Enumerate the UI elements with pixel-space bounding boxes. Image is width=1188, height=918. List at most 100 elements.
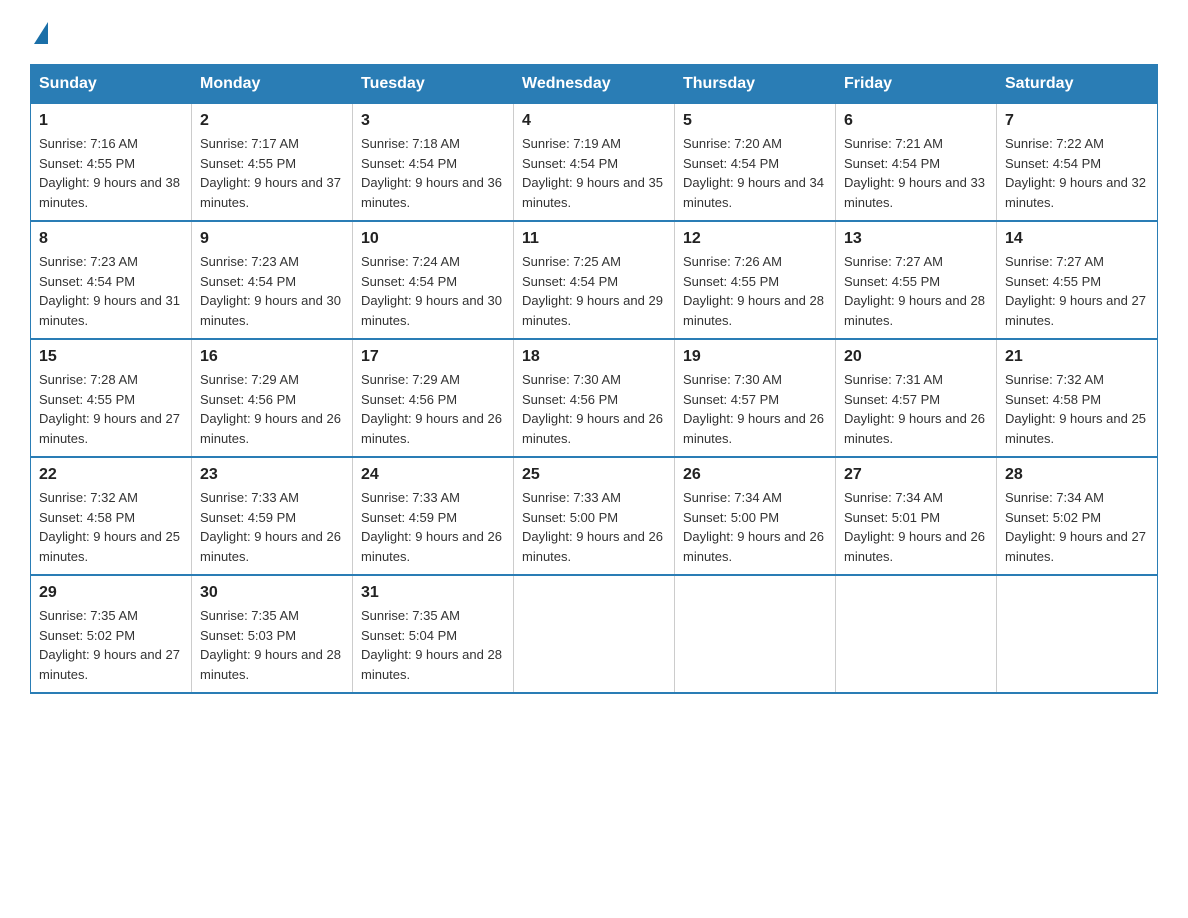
- day-number: 1: [39, 112, 183, 130]
- day-info: Sunrise: 7:31 AM Sunset: 4:57 PM Dayligh…: [844, 370, 988, 448]
- day-info: Sunrise: 7:25 AM Sunset: 4:54 PM Dayligh…: [522, 252, 666, 330]
- day-info: Sunrise: 7:34 AM Sunset: 5:02 PM Dayligh…: [1005, 488, 1149, 566]
- calendar-day-cell: [675, 575, 836, 693]
- day-number: 10: [361, 230, 505, 248]
- day-of-week-header: Friday: [836, 65, 997, 104]
- day-info: Sunrise: 7:30 AM Sunset: 4:57 PM Dayligh…: [683, 370, 827, 448]
- day-number: 7: [1005, 112, 1149, 130]
- calendar-day-cell: 7 Sunrise: 7:22 AM Sunset: 4:54 PM Dayli…: [997, 104, 1158, 222]
- calendar-day-cell: 5 Sunrise: 7:20 AM Sunset: 4:54 PM Dayli…: [675, 104, 836, 222]
- calendar-week-row: 1 Sunrise: 7:16 AM Sunset: 4:55 PM Dayli…: [31, 104, 1158, 222]
- day-number: 14: [1005, 230, 1149, 248]
- day-info: Sunrise: 7:29 AM Sunset: 4:56 PM Dayligh…: [361, 370, 505, 448]
- day-number: 5: [683, 112, 827, 130]
- calendar-day-cell: 10 Sunrise: 7:24 AM Sunset: 4:54 PM Dayl…: [353, 221, 514, 339]
- day-info: Sunrise: 7:20 AM Sunset: 4:54 PM Dayligh…: [683, 134, 827, 212]
- day-of-week-header: Sunday: [31, 65, 192, 104]
- calendar-day-cell: 9 Sunrise: 7:23 AM Sunset: 4:54 PM Dayli…: [192, 221, 353, 339]
- day-number: 9: [200, 230, 344, 248]
- calendar-day-cell: 21 Sunrise: 7:32 AM Sunset: 4:58 PM Dayl…: [997, 339, 1158, 457]
- calendar-header-row: SundayMondayTuesdayWednesdayThursdayFrid…: [31, 65, 1158, 104]
- day-number: 11: [522, 230, 666, 248]
- page-header: [30, 20, 1158, 44]
- day-info: Sunrise: 7:33 AM Sunset: 4:59 PM Dayligh…: [200, 488, 344, 566]
- calendar-week-row: 29 Sunrise: 7:35 AM Sunset: 5:02 PM Dayl…: [31, 575, 1158, 693]
- calendar-day-cell: 18 Sunrise: 7:30 AM Sunset: 4:56 PM Dayl…: [514, 339, 675, 457]
- calendar-table: SundayMondayTuesdayWednesdayThursdayFrid…: [30, 64, 1158, 694]
- calendar-day-cell: [514, 575, 675, 693]
- calendar-day-cell: 12 Sunrise: 7:26 AM Sunset: 4:55 PM Dayl…: [675, 221, 836, 339]
- day-info: Sunrise: 7:19 AM Sunset: 4:54 PM Dayligh…: [522, 134, 666, 212]
- day-info: Sunrise: 7:22 AM Sunset: 4:54 PM Dayligh…: [1005, 134, 1149, 212]
- calendar-day-cell: [836, 575, 997, 693]
- calendar-day-cell: 16 Sunrise: 7:29 AM Sunset: 4:56 PM Dayl…: [192, 339, 353, 457]
- day-of-week-header: Tuesday: [353, 65, 514, 104]
- calendar-day-cell: 20 Sunrise: 7:31 AM Sunset: 4:57 PM Dayl…: [836, 339, 997, 457]
- calendar-day-cell: 1 Sunrise: 7:16 AM Sunset: 4:55 PM Dayli…: [31, 104, 192, 222]
- day-info: Sunrise: 7:35 AM Sunset: 5:04 PM Dayligh…: [361, 606, 505, 684]
- day-info: Sunrise: 7:27 AM Sunset: 4:55 PM Dayligh…: [844, 252, 988, 330]
- day-number: 21: [1005, 348, 1149, 366]
- day-info: Sunrise: 7:29 AM Sunset: 4:56 PM Dayligh…: [200, 370, 344, 448]
- day-info: Sunrise: 7:34 AM Sunset: 5:00 PM Dayligh…: [683, 488, 827, 566]
- calendar-day-cell: 30 Sunrise: 7:35 AM Sunset: 5:03 PM Dayl…: [192, 575, 353, 693]
- day-number: 27: [844, 466, 988, 484]
- day-number: 19: [683, 348, 827, 366]
- calendar-day-cell: 4 Sunrise: 7:19 AM Sunset: 4:54 PM Dayli…: [514, 104, 675, 222]
- day-info: Sunrise: 7:16 AM Sunset: 4:55 PM Dayligh…: [39, 134, 183, 212]
- calendar-week-row: 15 Sunrise: 7:28 AM Sunset: 4:55 PM Dayl…: [31, 339, 1158, 457]
- day-number: 12: [683, 230, 827, 248]
- day-number: 6: [844, 112, 988, 130]
- day-info: Sunrise: 7:35 AM Sunset: 5:03 PM Dayligh…: [200, 606, 344, 684]
- logo-arrow-icon: [34, 22, 48, 44]
- day-number: 23: [200, 466, 344, 484]
- calendar-week-row: 22 Sunrise: 7:32 AM Sunset: 4:58 PM Dayl…: [31, 457, 1158, 575]
- day-info: Sunrise: 7:28 AM Sunset: 4:55 PM Dayligh…: [39, 370, 183, 448]
- day-info: Sunrise: 7:32 AM Sunset: 4:58 PM Dayligh…: [39, 488, 183, 566]
- day-number: 2: [200, 112, 344, 130]
- calendar-day-cell: [997, 575, 1158, 693]
- day-of-week-header: Wednesday: [514, 65, 675, 104]
- day-number: 29: [39, 584, 183, 602]
- day-info: Sunrise: 7:32 AM Sunset: 4:58 PM Dayligh…: [1005, 370, 1149, 448]
- day-of-week-header: Thursday: [675, 65, 836, 104]
- day-info: Sunrise: 7:21 AM Sunset: 4:54 PM Dayligh…: [844, 134, 988, 212]
- calendar-day-cell: 31 Sunrise: 7:35 AM Sunset: 5:04 PM Dayl…: [353, 575, 514, 693]
- day-number: 22: [39, 466, 183, 484]
- calendar-day-cell: 26 Sunrise: 7:34 AM Sunset: 5:00 PM Dayl…: [675, 457, 836, 575]
- day-number: 13: [844, 230, 988, 248]
- day-info: Sunrise: 7:24 AM Sunset: 4:54 PM Dayligh…: [361, 252, 505, 330]
- day-number: 15: [39, 348, 183, 366]
- calendar-day-cell: 19 Sunrise: 7:30 AM Sunset: 4:57 PM Dayl…: [675, 339, 836, 457]
- day-number: 26: [683, 466, 827, 484]
- day-info: Sunrise: 7:30 AM Sunset: 4:56 PM Dayligh…: [522, 370, 666, 448]
- calendar-day-cell: 8 Sunrise: 7:23 AM Sunset: 4:54 PM Dayli…: [31, 221, 192, 339]
- calendar-day-cell: 17 Sunrise: 7:29 AM Sunset: 4:56 PM Dayl…: [353, 339, 514, 457]
- calendar-day-cell: 28 Sunrise: 7:34 AM Sunset: 5:02 PM Dayl…: [997, 457, 1158, 575]
- day-info: Sunrise: 7:33 AM Sunset: 5:00 PM Dayligh…: [522, 488, 666, 566]
- day-info: Sunrise: 7:33 AM Sunset: 4:59 PM Dayligh…: [361, 488, 505, 566]
- day-number: 25: [522, 466, 666, 484]
- calendar-day-cell: 11 Sunrise: 7:25 AM Sunset: 4:54 PM Dayl…: [514, 221, 675, 339]
- day-info: Sunrise: 7:17 AM Sunset: 4:55 PM Dayligh…: [200, 134, 344, 212]
- day-info: Sunrise: 7:23 AM Sunset: 4:54 PM Dayligh…: [200, 252, 344, 330]
- day-number: 16: [200, 348, 344, 366]
- day-info: Sunrise: 7:27 AM Sunset: 4:55 PM Dayligh…: [1005, 252, 1149, 330]
- logo: [30, 20, 48, 44]
- calendar-day-cell: 27 Sunrise: 7:34 AM Sunset: 5:01 PM Dayl…: [836, 457, 997, 575]
- day-number: 30: [200, 584, 344, 602]
- calendar-week-row: 8 Sunrise: 7:23 AM Sunset: 4:54 PM Dayli…: [31, 221, 1158, 339]
- day-number: 4: [522, 112, 666, 130]
- day-info: Sunrise: 7:23 AM Sunset: 4:54 PM Dayligh…: [39, 252, 183, 330]
- calendar-day-cell: 15 Sunrise: 7:28 AM Sunset: 4:55 PM Dayl…: [31, 339, 192, 457]
- day-number: 31: [361, 584, 505, 602]
- day-number: 17: [361, 348, 505, 366]
- day-number: 28: [1005, 466, 1149, 484]
- calendar-day-cell: 14 Sunrise: 7:27 AM Sunset: 4:55 PM Dayl…: [997, 221, 1158, 339]
- day-of-week-header: Saturday: [997, 65, 1158, 104]
- calendar-day-cell: 22 Sunrise: 7:32 AM Sunset: 4:58 PM Dayl…: [31, 457, 192, 575]
- calendar-day-cell: 29 Sunrise: 7:35 AM Sunset: 5:02 PM Dayl…: [31, 575, 192, 693]
- calendar-day-cell: 23 Sunrise: 7:33 AM Sunset: 4:59 PM Dayl…: [192, 457, 353, 575]
- calendar-day-cell: 13 Sunrise: 7:27 AM Sunset: 4:55 PM Dayl…: [836, 221, 997, 339]
- day-info: Sunrise: 7:35 AM Sunset: 5:02 PM Dayligh…: [39, 606, 183, 684]
